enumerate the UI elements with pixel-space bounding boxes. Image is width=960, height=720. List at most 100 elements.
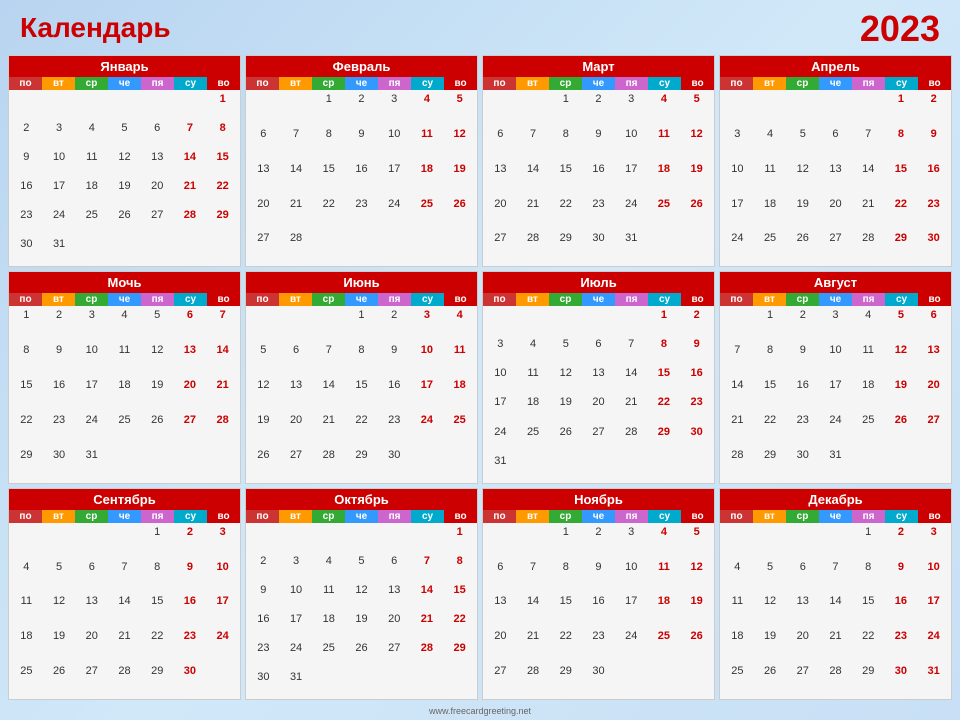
- month-block: Мартповтсрчепясуво1234567891011121314151…: [482, 55, 715, 267]
- dow-cell: су: [885, 510, 918, 523]
- dow-row: повтсрчепясуво: [483, 293, 714, 306]
- day-cell: 25: [108, 412, 141, 447]
- day-cell: 27: [141, 207, 174, 236]
- dow-cell: че: [108, 510, 141, 523]
- dow-cell: пя: [615, 510, 648, 523]
- day-cell: 4: [10, 559, 43, 594]
- day-cell: 25: [312, 640, 345, 669]
- dow-cell: во: [207, 77, 240, 90]
- day-cell: 20: [247, 196, 280, 231]
- day-cell: 17: [917, 593, 950, 628]
- dow-row: повтсрчепясуво: [483, 77, 714, 90]
- day-cell: 14: [517, 593, 550, 628]
- day-cell: 28: [280, 230, 313, 265]
- day-cell-empty: [484, 524, 517, 559]
- day-cell: 24: [721, 230, 754, 265]
- day-cell: 31: [43, 236, 76, 265]
- day-cell: 6: [141, 120, 174, 149]
- day-cell: 18: [75, 178, 108, 207]
- year-title: 2023: [860, 8, 940, 50]
- day-cell: 9: [43, 342, 76, 377]
- day-cell: 6: [819, 126, 852, 161]
- day-cell: 7: [517, 559, 550, 594]
- day-cell: 5: [680, 91, 713, 126]
- day-cell-empty: [280, 307, 313, 342]
- day-cell-empty: [517, 307, 550, 336]
- day-cell: 31: [615, 230, 648, 265]
- day-cell: 19: [680, 161, 713, 196]
- day-cell: 17: [411, 377, 444, 412]
- day-cell-empty: [721, 307, 754, 342]
- day-cell: 15: [885, 161, 918, 196]
- dow-cell: во: [918, 293, 951, 306]
- day-cell: 15: [10, 377, 43, 412]
- day-cell: 24: [819, 412, 852, 447]
- day-cell: 27: [174, 412, 207, 447]
- dow-cell: че: [108, 77, 141, 90]
- day-cell: 25: [721, 663, 754, 698]
- day-cell: 14: [819, 593, 852, 628]
- day-cell-empty: [247, 524, 280, 553]
- day-cell: 29: [885, 230, 918, 265]
- day-cell: 6: [484, 126, 517, 161]
- day-cell: 27: [484, 663, 517, 698]
- day-cell: 30: [43, 447, 76, 482]
- day-cell: 12: [754, 593, 787, 628]
- dow-cell: су: [174, 510, 207, 523]
- day-cell: 28: [819, 663, 852, 698]
- day-cell: 24: [917, 628, 950, 663]
- day-cell: 24: [206, 628, 239, 663]
- day-cell: 20: [917, 377, 950, 412]
- dow-cell: вт: [42, 77, 75, 90]
- day-cell: 11: [852, 342, 885, 377]
- day-cell: 23: [174, 628, 207, 663]
- day-cell: 8: [549, 559, 582, 594]
- dow-row: повтсрчепясуво: [9, 77, 240, 90]
- day-cell: 20: [75, 628, 108, 663]
- dow-cell: су: [411, 510, 444, 523]
- dow-cell: пя: [378, 77, 411, 90]
- day-cell: 21: [721, 412, 754, 447]
- day-cell: 14: [721, 377, 754, 412]
- day-cell-empty: [75, 91, 108, 120]
- month-header: Март: [483, 56, 714, 77]
- day-cell: 27: [484, 230, 517, 265]
- dow-cell: по: [9, 77, 42, 90]
- day-cell-empty: [517, 91, 550, 126]
- day-cell: 28: [615, 424, 648, 453]
- days-grid: 1234567891011121314151617181920212223242…: [483, 90, 714, 266]
- day-cell: 16: [786, 377, 819, 412]
- day-cell: 5: [786, 126, 819, 161]
- day-cell: 17: [819, 377, 852, 412]
- day-cell: 3: [43, 120, 76, 149]
- day-cell: 9: [917, 126, 950, 161]
- day-cell: 9: [247, 582, 280, 611]
- day-cell: 22: [549, 628, 582, 663]
- day-cell: 10: [615, 559, 648, 594]
- day-cell: 18: [443, 377, 476, 412]
- day-cell: 7: [517, 126, 550, 161]
- footer-text: www.freecardgreeting.net: [429, 706, 531, 716]
- day-cell: 15: [206, 149, 239, 178]
- dow-cell: че: [345, 77, 378, 90]
- day-cell: 17: [75, 377, 108, 412]
- day-cell: 15: [549, 161, 582, 196]
- dow-cell: ср: [786, 293, 819, 306]
- day-cell: 12: [43, 593, 76, 628]
- day-cell: 14: [517, 161, 550, 196]
- day-cell: 28: [411, 640, 444, 669]
- day-cell-empty: [615, 307, 648, 336]
- day-cell: 14: [206, 342, 239, 377]
- day-cell: 8: [141, 559, 174, 594]
- day-cell-empty: [517, 524, 550, 559]
- day-cell: 20: [141, 178, 174, 207]
- day-cell-empty: [43, 91, 76, 120]
- day-cell: 16: [582, 161, 615, 196]
- day-cell: 4: [443, 307, 476, 342]
- dow-cell: вт: [753, 293, 786, 306]
- day-cell-empty: [819, 91, 852, 126]
- day-cell: 6: [247, 126, 280, 161]
- day-cell: 28: [108, 663, 141, 698]
- day-cell: 8: [10, 342, 43, 377]
- day-cell: 30: [378, 447, 411, 482]
